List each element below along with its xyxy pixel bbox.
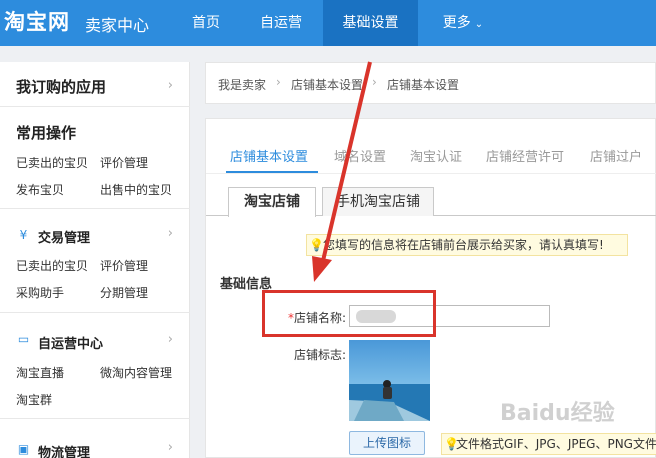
lightbulb-icon: 💡 <box>444 437 459 451</box>
format-hint-text: 文件格式GIF、JPG、JPEG、PNG文件 <box>456 437 656 451</box>
tab-business-license[interactable]: 店铺经营许可 <box>486 146 564 165</box>
tab-divider <box>206 173 656 174</box>
lightbulb-icon: 💡 <box>309 238 324 252</box>
breadcrumb-separator: › <box>372 75 377 89</box>
shop-logo-label: 店铺标志: <box>293 348 346 362</box>
tab-shop-transfer[interactable]: 店铺过户 <box>590 146 642 165</box>
breadcrumb-separator: › <box>276 75 281 89</box>
tab-taobao-certification[interactable]: 淘宝认证 <box>410 146 462 165</box>
breadcrumb-seller[interactable]: 我是卖家 <box>218 76 266 93</box>
sidebar-link-installments[interactable]: 分期管理 <box>100 284 148 301</box>
highlight-box <box>262 290 436 337</box>
format-hint: 💡 文件格式GIF、JPG、JPEG、PNG文件 <box>441 433 656 455</box>
breadcrumb-current: 店铺基本设置 <box>387 78 460 92</box>
sidebar-common-title: 常用操作 <box>16 124 77 142</box>
taobao-logo[interactable]: 淘宝网 <box>4 6 70 36</box>
info-notice-text: 您填写的信息将在店铺前台展示给买家，请认真填写! <box>323 238 604 252</box>
sidebar-logistics-title[interactable]: 物流管理 <box>38 442 90 458</box>
divider <box>0 418 190 419</box>
sidebar-link-sold-items-2[interactable]: 已卖出的宝贝 <box>16 257 88 274</box>
divider <box>0 312 190 313</box>
top-bar: 淘宝网 卖家中心 首页 自运营 基础设置 更多 ⌄ <box>0 0 656 46</box>
nav-self-operation[interactable]: 自运营 <box>245 0 317 46</box>
breadcrumb-shop-settings[interactable]: 店铺基本设置 <box>291 76 363 93</box>
sidebar-my-apps[interactable]: 我订购的应用 <box>16 76 106 97</box>
sidebar-link-weitao[interactable]: 微淘内容管理 <box>100 364 172 381</box>
sidebar-link-group[interactable]: 淘宝群 <box>16 391 52 408</box>
chevron-right-icon[interactable]: › <box>168 226 173 241</box>
subtab-taobao-shop[interactable]: 淘宝店铺 <box>228 187 316 217</box>
breadcrumb: 我是卖家 › 店铺基本设置 › 店铺基本设置 <box>205 62 656 104</box>
tab-shop-basic-settings[interactable]: 店铺基本设置 <box>230 146 308 165</box>
shop-logo-image[interactable] <box>349 340 430 421</box>
info-notice: 💡 您填写的信息将在店铺前台展示给买家，请认真填写! <box>306 234 628 256</box>
sidebar-link-sold-items[interactable]: 已卖出的宝贝 <box>16 154 88 171</box>
truck-icon: ▣ <box>17 442 30 456</box>
tab-domain-settings[interactable]: 域名设置 <box>334 146 386 165</box>
divider <box>0 106 190 107</box>
sidebar-link-reviews[interactable]: 评价管理 <box>100 154 148 171</box>
divider <box>0 208 190 209</box>
nav-more[interactable]: 更多 ⌄ <box>428 0 498 46</box>
baidu-watermark: Baidu经验 <box>500 401 615 426</box>
upload-logo-button[interactable]: 上传图标 <box>349 431 425 455</box>
sidebar-self-op-title[interactable]: 自运营中心 <box>38 333 103 352</box>
yen-icon: ¥ <box>19 228 28 242</box>
sidebar: 我订购的应用 › 常用操作 已卖出的宝贝 评价管理 发布宝贝 出售中的宝贝 ¥ … <box>0 62 190 458</box>
sidebar-trade-title[interactable]: 交易管理 <box>38 227 90 246</box>
sidebar-link-live[interactable]: 淘宝直播 <box>16 364 64 381</box>
nav-basic-settings[interactable]: 基础设置 <box>323 0 418 46</box>
shop-logo-photo <box>349 340 430 421</box>
sidebar-link-on-sale[interactable]: 出售中的宝贝 <box>100 181 172 198</box>
sidebar-link-publish[interactable]: 发布宝贝 <box>16 181 64 198</box>
sidebar-link-purchase-assistant[interactable]: 采购助手 <box>16 284 64 301</box>
sidebar-link-reviews-2[interactable]: 评价管理 <box>100 257 148 274</box>
chat-icon: ▭ <box>17 332 30 346</box>
subtab-mobile-taobao-shop[interactable]: 手机淘宝店铺 <box>322 187 434 216</box>
chevron-right-icon[interactable]: › <box>168 332 173 347</box>
chevron-down-icon: ⌄ <box>474 19 484 30</box>
chevron-right-icon[interactable]: › <box>168 78 173 93</box>
nav-home[interactable]: 首页 <box>176 0 236 46</box>
seller-center-title: 卖家中心 <box>85 16 150 35</box>
chevron-right-icon[interactable]: › <box>168 440 173 455</box>
